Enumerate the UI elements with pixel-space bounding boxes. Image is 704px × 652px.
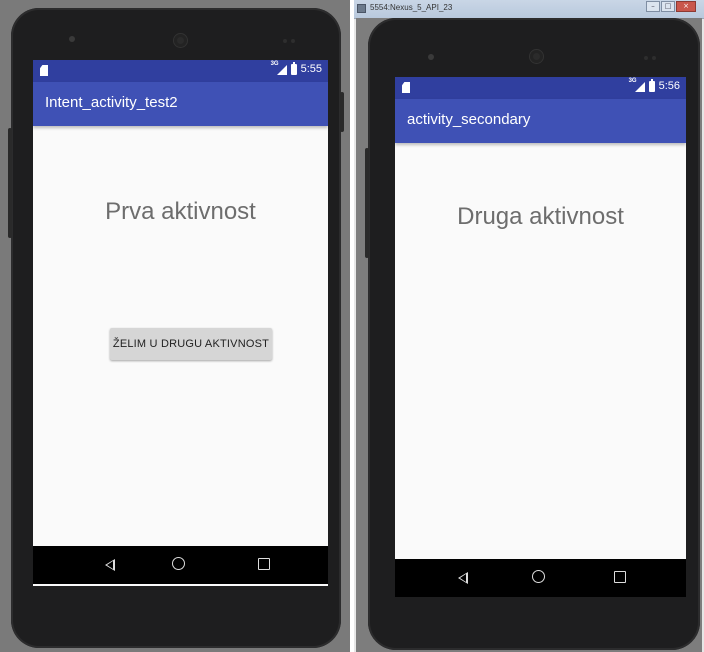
window-title-bar[interactable]: 5554:Nexus_5_API_23 – □ × — [354, 0, 704, 19]
screenshot-canvas: 3G 5:55 Intent_activity_test2 Prva aktiv… — [0, 0, 704, 652]
activity-heading: Prva aktivnost — [105, 198, 256, 225]
signal-bars-icon — [634, 82, 645, 92]
navigation-bar — [33, 546, 328, 584]
left-phone-frame: 3G 5:55 Intent_activity_test2 Prva aktiv… — [8, 8, 344, 648]
app-bar-title: Intent_activity_test2 — [45, 94, 178, 111]
home-icon[interactable] — [532, 570, 545, 583]
status-clock: 5:56 — [658, 80, 680, 92]
right-phone-earpiece — [428, 54, 434, 60]
close-button[interactable]: × — [676, 1, 696, 12]
back-icon[interactable] — [105, 559, 115, 571]
sd-card-icon — [40, 65, 48, 76]
right-phone-sensor — [644, 56, 648, 60]
home-icon[interactable] — [172, 557, 185, 570]
window-controls: – □ × — [646, 1, 696, 12]
left-phone-sensor — [291, 39, 295, 43]
right-phone-camera — [530, 50, 543, 63]
right-screen: 3G 5:56 activity_secondary Druga aktivno… — [395, 77, 686, 577]
status-bar: 3G 5:55 — [33, 60, 328, 82]
status-icons: 3G 5:55 — [271, 61, 322, 75]
signal-3g-icon: 3G — [271, 61, 287, 75]
left-phone-sensor — [283, 39, 287, 43]
left-phone-camera — [174, 34, 187, 47]
signal-bars-icon — [276, 65, 287, 75]
back-icon[interactable] — [458, 572, 468, 584]
app-bar-title: activity_secondary — [407, 111, 531, 128]
sd-card-icon — [402, 82, 410, 93]
status-icons: 3G 5:56 — [629, 78, 680, 92]
activity-heading: Druga aktivnost — [457, 203, 624, 230]
left-phone-earpiece — [69, 36, 75, 42]
status-clock: 5:55 — [300, 63, 322, 75]
left-phone-volume-button — [340, 92, 344, 132]
right-phone-power-button — [365, 148, 369, 258]
signal-3g-icon: 3G — [629, 78, 645, 92]
maximize-button[interactable]: □ — [661, 1, 675, 12]
battery-icon — [648, 78, 655, 92]
go-to-second-activity-button[interactable]: ŽELIM U DRUGU AKTIVNOST — [110, 328, 272, 360]
window-title: 5554:Nexus_5_API_23 — [370, 3, 453, 12]
left-phone-power-button — [8, 128, 12, 238]
recents-icon[interactable] — [258, 558, 270, 570]
right-phone-frame: 3G 5:56 activity_secondary Druga aktivno… — [365, 18, 700, 650]
battery-icon — [290, 61, 297, 75]
app-bar: activity_secondary — [395, 99, 686, 143]
left-screen: 3G 5:55 Intent_activity_test2 Prva aktiv… — [33, 60, 328, 586]
status-bar: 3G 5:56 — [395, 77, 686, 99]
window-app-icon — [357, 4, 366, 13]
navigation-bar — [395, 559, 686, 597]
right-phone-sensor — [652, 56, 656, 60]
minimize-button[interactable]: – — [646, 1, 660, 12]
app-bar: Intent_activity_test2 — [33, 82, 328, 126]
recents-icon[interactable] — [614, 571, 626, 583]
